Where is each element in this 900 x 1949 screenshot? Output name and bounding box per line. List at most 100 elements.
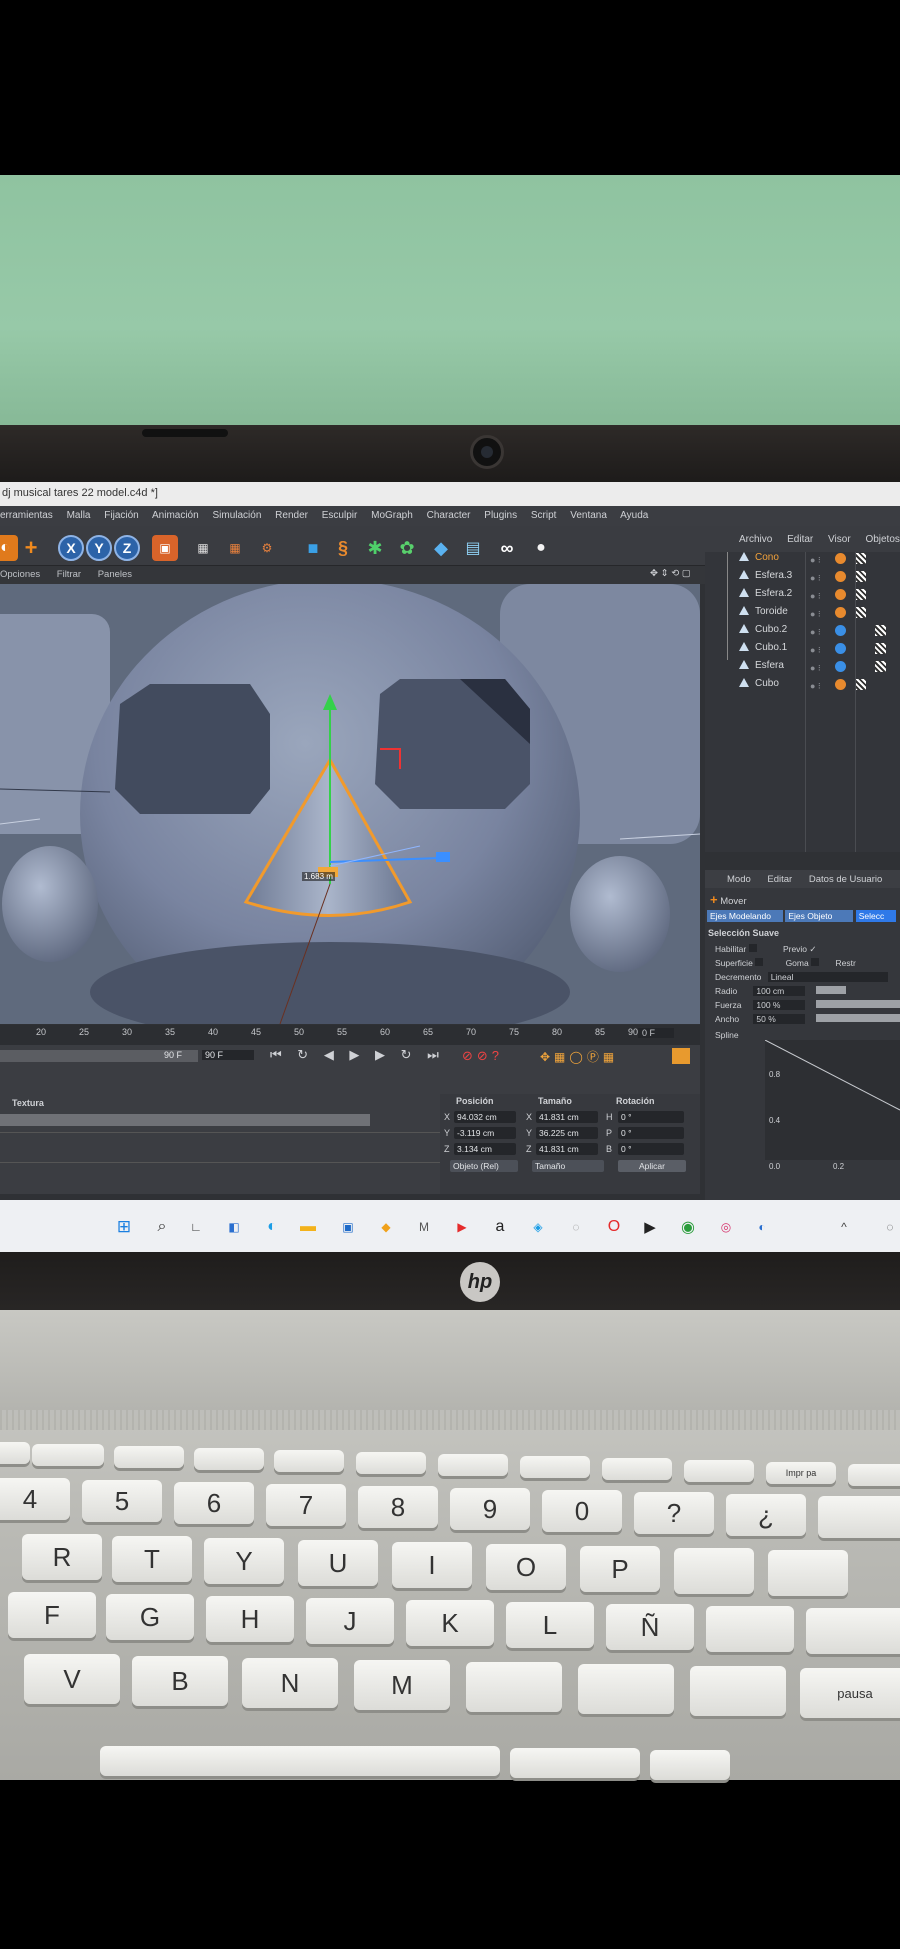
om-item-esfera3[interactable]: Esfera.3 ● ⁝ (725, 570, 900, 588)
radio-slider[interactable] (815, 986, 846, 994)
size-mode-dropdown[interactable]: Tamaño (532, 1160, 604, 1172)
media-player-icon[interactable]: ▶ (640, 1218, 660, 1236)
position-z-field[interactable]: 3.134 cm (454, 1143, 516, 1155)
floor-icon[interactable]: ▤ (460, 535, 486, 561)
render-view-icon[interactable]: ▦ (190, 535, 216, 561)
render-picture-icon[interactable]: ▦ (222, 535, 248, 561)
key-r[interactable]: R (22, 1534, 102, 1580)
key-u[interactable]: U (298, 1540, 378, 1586)
undo-icon[interactable]: ◐ (0, 535, 18, 561)
menu-item[interactable]: MoGraph (371, 510, 413, 521)
om-item-esfera[interactable]: Esfera ● ⁝ (725, 660, 900, 678)
rotation-b-field[interactable]: 0 ° (618, 1143, 684, 1155)
key-f7[interactable] (274, 1450, 344, 1472)
menu-item[interactable]: Malla (67, 510, 91, 521)
key-pausa[interactable]: pausa (800, 1668, 900, 1718)
key-f5[interactable] (114, 1446, 184, 1468)
key-question[interactable]: ? (634, 1492, 714, 1534)
radio-field[interactable]: 100 cm (753, 986, 806, 996)
tab-ejes-modelando[interactable]: Ejes Modelando (707, 910, 783, 922)
render-settings-icon[interactable]: ⚙ (254, 535, 280, 561)
viewport-menu-item[interactable]: Paneles (98, 569, 132, 580)
key-f[interactable]: F (8, 1592, 96, 1638)
y-axis-button[interactable]: Y (86, 535, 112, 561)
instagram-icon[interactable]: ◎ (716, 1218, 736, 1236)
tab-seleccion[interactable]: Selecc (855, 910, 896, 922)
decremento-dropdown[interactable]: Lineal (767, 972, 888, 982)
key-f12[interactable] (684, 1460, 754, 1482)
cube-icon[interactable]: ■ (300, 535, 326, 561)
viewport-nav-icon[interactable]: ✥ ⇕ ⟲ ▢ (650, 568, 691, 579)
key-9[interactable]: 9 (450, 1488, 530, 1530)
superficie-checkbox[interactable] (755, 958, 764, 966)
light-icon[interactable]: ● (528, 535, 554, 561)
ancho-field[interactable]: 50 % (753, 1014, 806, 1024)
record-buttons[interactable]: ⊘⊘? (462, 1048, 503, 1064)
playback-controls[interactable]: ⏮ ↻ ◀ ▶ ▶ ↻ ⏭ (270, 1047, 445, 1063)
key-ctrl[interactable] (650, 1750, 730, 1780)
ancho-slider[interactable] (815, 1014, 900, 1022)
om-item-esfera2[interactable]: Esfera.2 ● ⁝ (725, 588, 900, 606)
key-h[interactable]: H (206, 1596, 294, 1642)
amazon-icon[interactable]: a (490, 1218, 510, 1236)
key-n[interactable]: N (242, 1658, 338, 1708)
key-8[interactable]: 8 (358, 1486, 438, 1528)
app-icon[interactable]: ◆ (376, 1218, 396, 1236)
menu-item[interactable]: Plugins (484, 510, 517, 521)
key-f6[interactable] (194, 1448, 264, 1470)
om-menu-item[interactable]: Archivo (739, 534, 772, 545)
rotation-p-field[interactable]: 0 ° (618, 1127, 684, 1139)
timeline-ruler[interactable]: 20 25 30 35 40 45 50 55 60 65 70 75 80 8… (0, 1025, 700, 1045)
move-icon[interactable]: + (18, 535, 44, 561)
key-impr[interactable]: Impr pa (766, 1462, 836, 1484)
size-y-field[interactable]: 36.225 cm (536, 1127, 598, 1139)
key-7[interactable]: 7 (266, 1484, 346, 1526)
menu-item[interactable]: erramientas (0, 510, 53, 521)
key-y[interactable]: Y (204, 1538, 284, 1584)
key-6[interactable]: 6 (174, 1482, 254, 1524)
key-f11[interactable] (602, 1458, 672, 1480)
key-g[interactable]: G (106, 1594, 194, 1640)
om-menu-item[interactable]: Editar (787, 534, 813, 545)
position-x-field[interactable]: 94.032 cm (454, 1111, 516, 1123)
menu-item[interactable]: Render (275, 510, 308, 521)
om-item-cubo[interactable]: Cubo ● ⁝ (725, 678, 900, 696)
key-f9[interactable] (438, 1454, 508, 1476)
key-f8[interactable] (356, 1452, 426, 1474)
attr-menu-item[interactable]: Datos de Usuario (809, 874, 882, 885)
youtube-icon[interactable]: ▶ (452, 1218, 472, 1236)
menu-item[interactable]: Character (427, 510, 471, 521)
edge-icon[interactable]: ◐ (262, 1218, 282, 1236)
key-backspace[interactable] (818, 1496, 900, 1538)
menu-item[interactable]: Ayuda (620, 510, 648, 521)
camera-icon[interactable]: ∞ (494, 535, 520, 561)
key-k[interactable]: K (406, 1600, 494, 1646)
key-alt-gr[interactable] (510, 1748, 640, 1778)
key-j[interactable]: J (306, 1598, 394, 1644)
opera-icon[interactable]: O (604, 1218, 624, 1236)
coordinate-mode-dropdown[interactable]: Objeto (Rel) (450, 1160, 518, 1172)
x-axis-button[interactable]: X (58, 535, 84, 561)
key-i[interactable]: I (392, 1542, 472, 1588)
key-brace[interactable] (706, 1606, 794, 1652)
cloner-icon[interactable]: ✿ (394, 535, 420, 561)
timeline-options-icon[interactable] (672, 1048, 690, 1064)
app-m-icon[interactable]: M (414, 1218, 434, 1236)
end-frame-field[interactable]: 90 F (202, 1050, 254, 1060)
spline-icon[interactable]: § (330, 535, 356, 561)
file-explorer-icon[interactable]: ▬ (298, 1218, 318, 1236)
key-accent[interactable] (674, 1548, 754, 1594)
key-space[interactable] (100, 1746, 500, 1776)
om-menu-item[interactable]: Visor (828, 534, 851, 545)
size-z-field[interactable]: 41.831 cm (536, 1143, 598, 1155)
cinema4d-icon[interactable]: ◐ (752, 1218, 772, 1236)
apply-button[interactable]: Aplicar (618, 1160, 686, 1172)
menu-item[interactable]: Esculpir (322, 510, 358, 521)
om-item-cono[interactable]: Cono ● ⁝ (725, 552, 900, 570)
rotation-h-field[interactable]: 0 ° (618, 1111, 684, 1123)
key-enye[interactable]: Ñ (606, 1604, 694, 1650)
goma-checkbox[interactable] (811, 958, 820, 966)
key-p[interactable]: P (580, 1546, 660, 1592)
key-m[interactable]: M (354, 1660, 450, 1710)
tray-chevron-icon[interactable]: ^ (834, 1218, 854, 1236)
